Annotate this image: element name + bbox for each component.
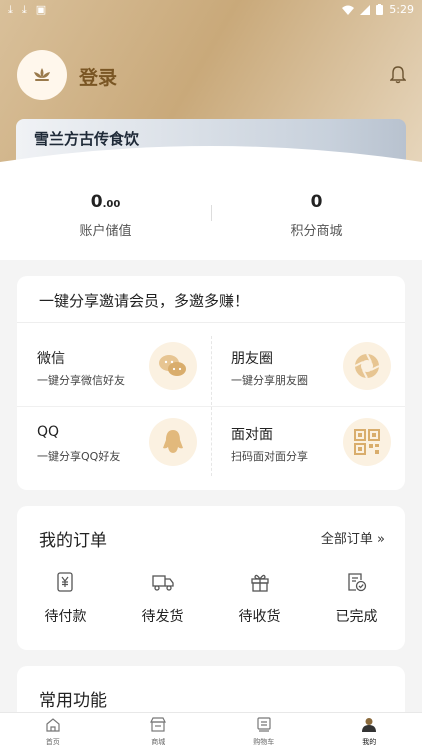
- qq-icon: [149, 418, 197, 466]
- order-pending-shipment[interactable]: 待发货: [114, 570, 211, 626]
- share-wechat[interactable]: 微信 一键分享微信好友: [17, 334, 211, 410]
- moments-icon: [343, 342, 391, 390]
- double-chevron-right-icon: »: [377, 532, 385, 547]
- home-icon: [46, 718, 60, 732]
- orders-title: 我的订单: [39, 531, 107, 551]
- order-completed[interactable]: 已完成: [308, 570, 405, 626]
- tab-label: 我的: [362, 738, 377, 746]
- share-qq[interactable]: QQ 一键分享QQ好友: [17, 410, 211, 486]
- lotus-logo-icon: [34, 68, 50, 81]
- user-icon: [362, 718, 377, 732]
- tab-label: 购物车: [253, 738, 275, 746]
- tab-cart[interactable]: 购物车: [211, 713, 317, 748]
- share-moments[interactable]: 朋友圈 一键分享朋友圈: [211, 334, 405, 410]
- share-item-desc: 一键分享微信好友: [37, 374, 125, 387]
- tab-label: 首页: [45, 738, 60, 746]
- balance-value: 0: [90, 192, 103, 212]
- battery-icon: [376, 4, 384, 15]
- account-summary: 0.00 账户储值 0 积分商城: [0, 182, 422, 260]
- done-doc-icon: [308, 570, 405, 594]
- order-label: 待收货: [238, 609, 281, 625]
- order-label: 待发货: [141, 609, 184, 625]
- truck-icon: [114, 570, 211, 594]
- order-pending-receipt[interactable]: 待收货: [211, 570, 308, 626]
- divider: [17, 322, 405, 323]
- payment-icon: [17, 570, 114, 594]
- notification-icon: ▣: [35, 3, 47, 16]
- share-item-name: QQ: [37, 424, 60, 440]
- share-face-to-face[interactable]: 面对面 扫码面对面分享: [211, 410, 405, 486]
- tab-mine[interactable]: 我的: [317, 713, 422, 748]
- store-icon: [150, 717, 167, 732]
- points-label: 积分商城: [290, 224, 343, 239]
- bottom-tab-bar: 首页 商城 购物车 我的: [0, 712, 422, 748]
- functions-title: 常用功能: [39, 691, 107, 711]
- tab-label: 商城: [151, 738, 166, 746]
- avatar[interactable]: [17, 50, 67, 100]
- all-orders-link[interactable]: 全部订单 »: [321, 528, 385, 547]
- wifi-icon: [342, 5, 355, 15]
- share-item-name: 微信: [37, 351, 65, 367]
- order-label: 已完成: [335, 609, 378, 625]
- login-link[interactable]: 登录: [79, 63, 117, 90]
- all-orders-label: 全部订单: [320, 532, 373, 547]
- points-stat[interactable]: 0 积分商城: [211, 182, 422, 260]
- balance-label: 账户储值: [79, 224, 132, 239]
- order-label: 待付款: [44, 609, 87, 625]
- share-item-desc: 一键分享朋友圈: [231, 374, 308, 387]
- order-pending-payment[interactable]: 待付款: [17, 570, 114, 626]
- share-item-desc: 一键分享QQ好友: [37, 450, 121, 463]
- orders-card: 我的订单 全部订单 » 待付款 待发货 待收货 已完成: [17, 506, 405, 650]
- points-value: 0: [310, 192, 323, 212]
- share-item-name: 面对面: [231, 427, 273, 443]
- share-card: 一键分享邀请会员，多邀多赚！ 微信 一键分享微信好友 朋友圈 一键分享朋友圈 Q…: [17, 276, 405, 490]
- tab-home[interactable]: 首页: [0, 713, 106, 748]
- clock: 5:29: [389, 3, 414, 16]
- balance-stat[interactable]: 0.00 账户储值: [0, 182, 211, 260]
- tab-store[interactable]: 商城: [106, 713, 212, 748]
- bell-icon[interactable]: [389, 66, 407, 88]
- signal-icon: [360, 4, 371, 15]
- order-status-row: 待付款 待发货 待收货 已完成: [17, 570, 405, 626]
- divider: [211, 205, 212, 221]
- share-item-desc: 扫码面对面分享: [231, 450, 308, 463]
- cart-icon: [257, 717, 271, 732]
- qr-code-icon: [343, 418, 391, 466]
- gift-icon: [211, 570, 308, 594]
- share-title: 一键分享邀请会员，多邀多赚！: [39, 292, 250, 310]
- status-bar: ⤓ ⤓ ▣ 5:29: [0, 0, 422, 20]
- download-icon: ⤓: [21, 3, 27, 16]
- balance-decimal: .00: [102, 199, 121, 210]
- profile-page: ⤓ ⤓ ▣ 5:29 登录 雪兰方古传食饮 0.00 账户储值 0 积分商城 一…: [0, 0, 422, 748]
- wechat-icon: [149, 342, 197, 390]
- download-icon: ⤓: [8, 3, 13, 16]
- share-item-name: 朋友圈: [231, 351, 273, 367]
